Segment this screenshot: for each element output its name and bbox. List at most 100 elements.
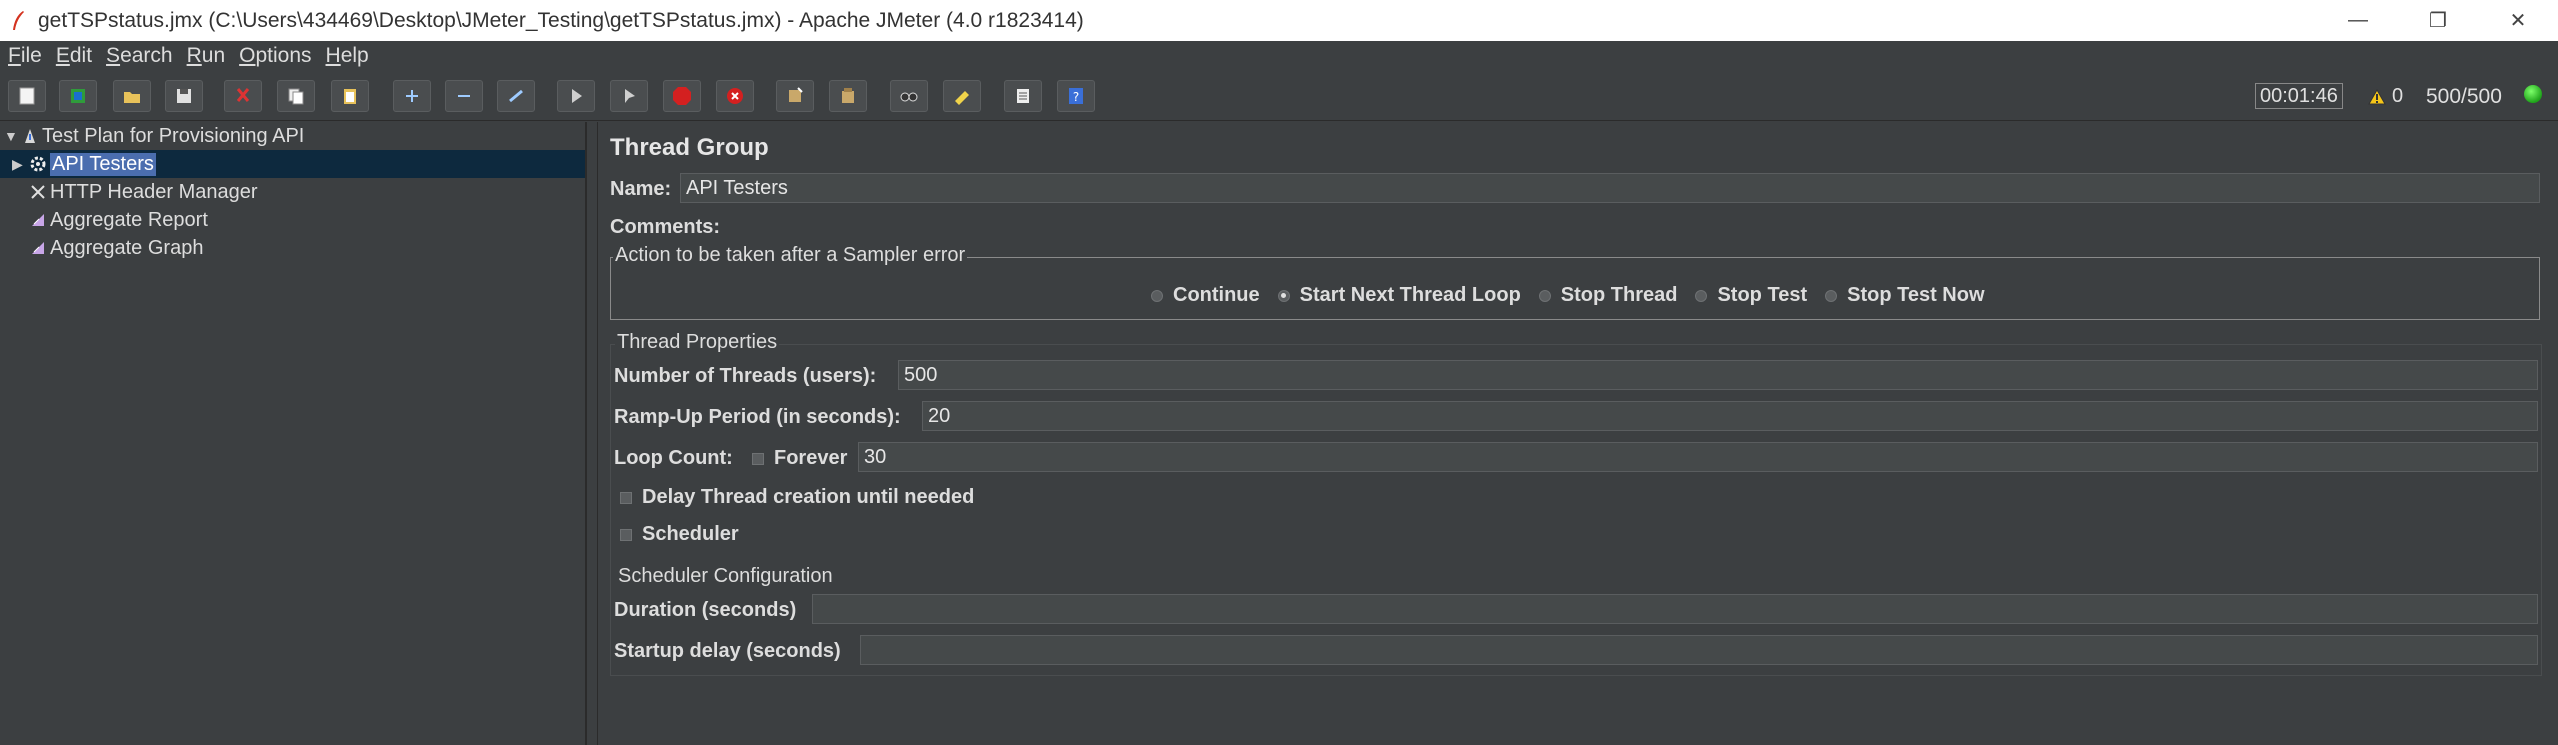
delay-thread-creation-checkbox[interactable]: Delay Thread creation until needed: [620, 486, 974, 509]
menu-mnemonic: S: [106, 44, 121, 67]
menu-label: earch: [120, 44, 173, 67]
stop-button[interactable]: [663, 80, 701, 112]
checkbox-label: Scheduler: [642, 523, 739, 545]
loop-count-field[interactable]: 30: [858, 442, 2538, 472]
menu-edit[interactable]: Edit: [54, 44, 94, 68]
start-no-pauses-button[interactable]: [610, 80, 648, 112]
collapsed-arrow-icon[interactable]: ▶: [12, 156, 26, 173]
rampup-label: Ramp-Up Period (in seconds):: [614, 406, 901, 428]
search-button[interactable]: [890, 80, 928, 112]
tree-node-http-header-manager[interactable]: HTTP Header Manager: [26, 178, 258, 206]
window-title: getTSPstatus.jmx (C:\Users\434469\Deskto…: [38, 8, 1084, 32]
page-title: Thread Group: [610, 134, 769, 161]
error-count: 0: [2392, 85, 2404, 107]
new-button[interactable]: [8, 80, 46, 112]
save-icon: [177, 89, 191, 103]
menu-bar: File Edit Search Run Options Help: [0, 41, 2558, 71]
checkbox-label: Forever: [774, 447, 848, 469]
menu-label: elp: [340, 44, 369, 67]
help-button[interactable]: ?: [1057, 80, 1095, 112]
radio-label: Continue: [1173, 284, 1260, 306]
reset-search-icon: [955, 91, 969, 105]
menu-run[interactable]: Run: [185, 44, 228, 68]
radio-stop-thread[interactable]: Stop Thread: [1538, 284, 1677, 307]
running-status-icon: [2524, 85, 2542, 103]
shutdown-button[interactable]: [716, 80, 754, 112]
menu-label: un: [201, 44, 226, 67]
tree-node-test-plan[interactable]: ▼ Test Plan for Provisioning API: [4, 122, 304, 150]
name-field[interactable]: API Testers: [680, 173, 2540, 203]
shutdown-icon: [727, 88, 743, 104]
reset-search-button[interactable]: [943, 80, 981, 112]
help-icon: ?: [1069, 88, 1083, 104]
report-icon: [28, 210, 48, 230]
start-button[interactable]: [557, 80, 595, 112]
radio-circle: [1277, 289, 1290, 302]
clear-icon: [789, 87, 803, 102]
tree-node-aggregate-graph[interactable]: Aggregate Graph: [26, 234, 203, 262]
templates-button[interactable]: [59, 80, 97, 112]
cut-icon: [236, 88, 250, 102]
toolbar: ? 00:01:46 0 500/500: [0, 71, 2558, 121]
radio-circle: [1825, 289, 1838, 302]
minimize-button[interactable]: —: [2318, 0, 2398, 41]
expand-arrow-icon[interactable]: ▼: [4, 128, 18, 144]
search-icon: [900, 92, 918, 102]
expand-icon: [406, 90, 418, 102]
restore-button[interactable]: ❐: [2398, 0, 2478, 41]
tree-node-api-testers[interactable]: ▶ API Testers: [0, 150, 585, 178]
radio-continue[interactable]: Continue: [1151, 284, 1260, 307]
menu-mnemonic: F: [8, 44, 21, 67]
radio-start-next-thread-loop[interactable]: Start Next Thread Loop: [1277, 284, 1521, 307]
checkbox-box: [752, 452, 764, 465]
error-counter[interactable]: 0: [2368, 85, 2403, 108]
graph-icon: [28, 238, 48, 258]
duration-field[interactable]: [812, 594, 2538, 624]
test-plan-tree: ▼ Test Plan for Provisioning API ▶ API T…: [0, 122, 587, 745]
loop-count-label: Loop Count:: [614, 447, 733, 469]
copy-button[interactable]: [277, 80, 315, 112]
paste-button[interactable]: [331, 80, 369, 112]
threads-label: Number of Threads (users):: [614, 365, 877, 387]
radio-circle: [1538, 289, 1551, 302]
warning-icon: [2368, 88, 2386, 104]
thread-group-panel: Thread Group Name: API Testers Comments:…: [600, 122, 2558, 745]
menu-options[interactable]: Options: [237, 44, 313, 68]
split-pane-divider[interactable]: [588, 122, 598, 745]
menu-search[interactable]: Search: [104, 44, 175, 68]
cut-button[interactable]: [224, 80, 262, 112]
radio-stop-test-now[interactable]: Stop Test Now: [1825, 284, 1985, 307]
radio-label: Stop Test: [1717, 284, 1808, 306]
open-button[interactable]: [113, 80, 151, 112]
elapsed-time: 00:01:46: [2255, 83, 2343, 109]
collapse-button[interactable]: [445, 80, 483, 112]
svg-text:?: ?: [1073, 90, 1079, 104]
forever-checkbox[interactable]: Forever: [752, 447, 847, 470]
scheduler-checkbox[interactable]: Scheduler: [620, 523, 739, 546]
menu-mnemonic: R: [186, 44, 202, 67]
radio-stop-test[interactable]: Stop Test: [1695, 284, 1807, 307]
radio-label: Start Next Thread Loop: [1299, 284, 1521, 306]
function-helper-button[interactable]: [1004, 80, 1042, 112]
close-button[interactable]: ✕: [2478, 0, 2558, 41]
rampup-field[interactable]: 20: [922, 401, 2538, 431]
menu-file[interactable]: File: [6, 44, 44, 68]
toggle-button[interactable]: [497, 80, 535, 112]
collapse-icon: [458, 95, 470, 97]
save-button[interactable]: [165, 80, 203, 112]
clear-all-button[interactable]: [829, 80, 867, 112]
startup-delay-field[interactable]: [860, 635, 2538, 665]
paste-icon: [344, 89, 356, 104]
threads-field[interactable]: 500: [898, 360, 2538, 390]
clear-button[interactable]: [776, 80, 814, 112]
tree-node-label: API Testers: [50, 152, 156, 176]
header-manager-icon: [28, 182, 48, 202]
group-legend: Thread Properties: [615, 331, 780, 354]
checkbox-label: Delay Thread creation until needed: [642, 486, 975, 508]
menu-help[interactable]: Help: [324, 44, 371, 68]
active-threads: 500/500: [2426, 85, 2502, 108]
startup-delay-label: Startup delay (seconds): [614, 640, 841, 662]
expand-button[interactable]: [393, 80, 431, 112]
comments-field[interactable]: [730, 212, 2540, 238]
tree-node-aggregate-report[interactable]: Aggregate Report: [26, 206, 208, 234]
